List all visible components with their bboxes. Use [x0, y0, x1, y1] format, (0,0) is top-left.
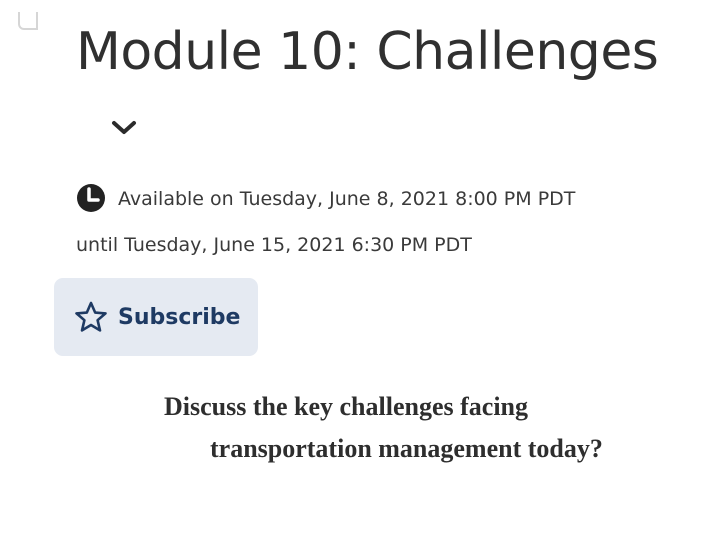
availability-start-text: Available on Tuesday, June 8, 2021 8:00 …: [118, 188, 576, 210]
completion-checkbox-icon[interactable]: [18, 12, 38, 30]
subscribe-button[interactable]: Subscribe: [54, 278, 258, 356]
availability-dates: Available on Tuesday, June 8, 2021 8:00 …: [76, 176, 676, 268]
question-line-1: Discuss the key challenges facing: [164, 392, 528, 421]
chevron-down-icon[interactable]: [109, 118, 139, 138]
question-line-2: transportation management today?: [210, 434, 603, 463]
star-outline-icon: [75, 301, 107, 332]
clock-icon: [77, 184, 105, 212]
discussion-question: Discuss the key challenges facing transp…: [164, 386, 684, 470]
availability-start-row: Available on Tuesday, June 8, 2021 8:00 …: [76, 176, 676, 222]
availability-end-text: until Tuesday, June 15, 2021 6:30 PM PDT: [76, 234, 472, 256]
subscribe-label: Subscribe: [118, 304, 241, 330]
module-title: Module 10: Challenges: [76, 22, 659, 82]
